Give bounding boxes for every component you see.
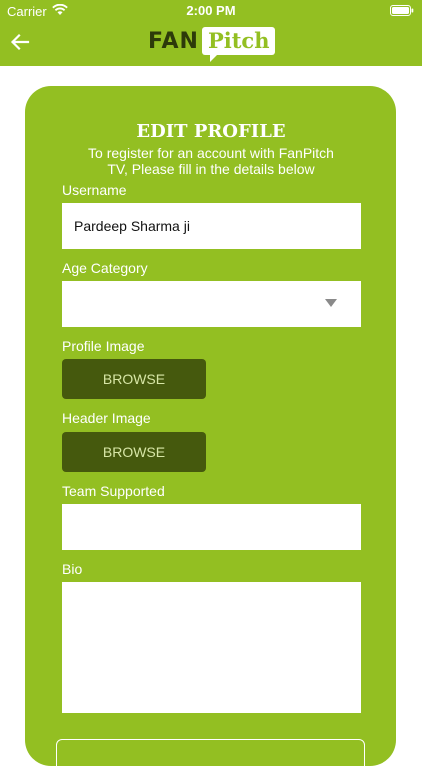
status-time: 2:00 PM — [186, 3, 236, 18]
logo-fan-text: FAN — [148, 28, 199, 54]
profile-image-label: Profile Image — [62, 338, 145, 354]
profile-image-browse-button[interactable]: BROWSE — [62, 359, 206, 399]
status-bar: Carrier 2:00 PM — [0, 0, 422, 22]
page-subtitle: To register for an account with FanPitch… — [88, 145, 334, 177]
battery-icon — [390, 5, 414, 16]
logo-bubble-tail — [209, 53, 219, 62]
age-category-label: Age Category — [62, 260, 148, 276]
arrow-left-icon[interactable] — [10, 32, 30, 52]
app-header: Carrier 2:00 PM FAN Pitch — [0, 0, 422, 66]
logo-pitch-bubble: Pitch — [201, 27, 276, 62]
username-input[interactable] — [62, 203, 361, 249]
page-title: EDIT PROFILE — [136, 121, 286, 142]
team-supported-label: Team Supported — [62, 483, 165, 499]
logo-pitch-text: Pitch — [201, 27, 276, 55]
bio-label: Bio — [62, 561, 83, 577]
header-image-label: Header Image — [62, 410, 151, 426]
chevron-down-icon — [325, 299, 337, 307]
bio-textarea[interactable] — [62, 582, 361, 713]
username-label: Username — [62, 182, 127, 198]
fanpitch-logo: FAN Pitch — [148, 24, 276, 62]
header-image-browse-button[interactable]: BROWSE — [62, 432, 206, 472]
team-supported-input[interactable] — [62, 504, 361, 550]
submit-button[interactable] — [56, 739, 365, 779]
age-category-select[interactable] — [62, 281, 361, 327]
